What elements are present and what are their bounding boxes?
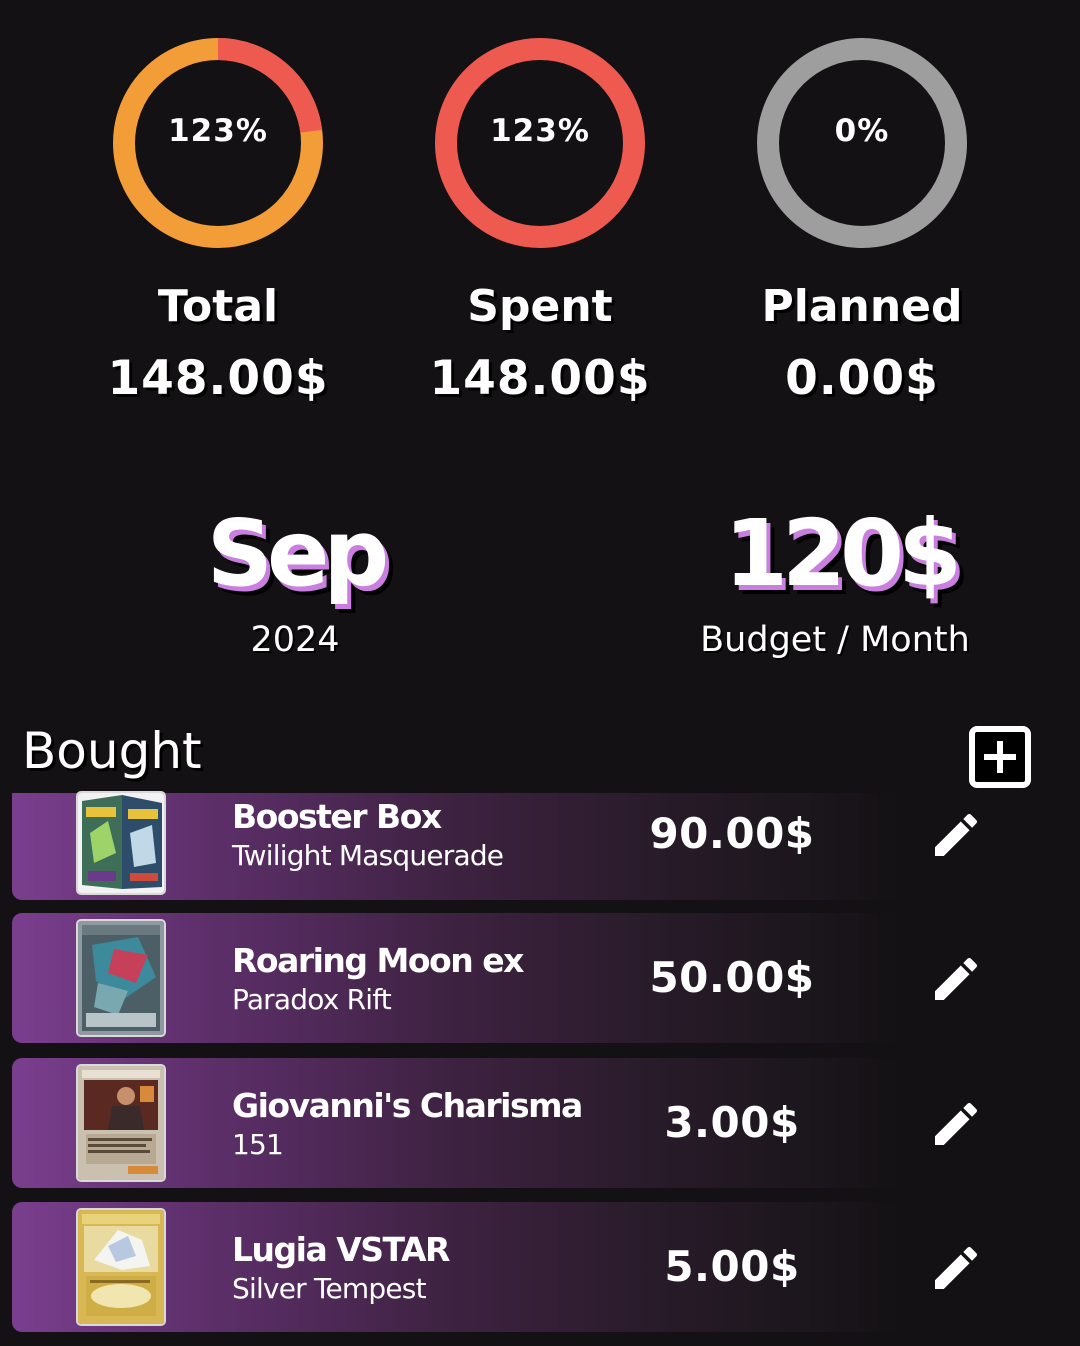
item-price: 5.00$ xyxy=(664,1242,800,1291)
item-price: 90.00$ xyxy=(649,809,815,858)
edit-item-button[interactable] xyxy=(928,807,984,863)
budget-amount[interactable]: 120$ xyxy=(680,500,1000,607)
spent-value: 148.00$ xyxy=(429,351,651,406)
lugia-card-thumbnail xyxy=(78,1210,164,1324)
item-price: 3.00$ xyxy=(664,1098,800,1147)
item-name: Roaring Moon ex xyxy=(232,941,524,980)
item-set: Paradox Rift xyxy=(232,983,392,1016)
spent-label: Spent xyxy=(467,281,613,332)
item-name: Booster Box xyxy=(232,797,442,836)
pencil-icon xyxy=(935,813,978,856)
list-item[interactable]: Roaring Moon ex Paradox Rift 50.00$ xyxy=(12,913,978,1043)
bought-section-title: Bought xyxy=(22,722,202,780)
plus-square-icon xyxy=(969,726,1031,788)
total-label: Total xyxy=(157,281,279,332)
planned-value: 0.00$ xyxy=(785,351,939,406)
planned-stat: 0% Planned 0.00$ xyxy=(747,28,977,406)
item-set: Silver Tempest xyxy=(232,1272,427,1305)
month-label[interactable]: Sep xyxy=(150,500,440,607)
list-item[interactable]: Booster Box Twilight Masquerade 90.00$ xyxy=(12,793,978,900)
spent-percent: 123% xyxy=(490,113,590,149)
list-item[interactable]: Lugia VSTAR Silver Tempest 5.00$ xyxy=(12,1202,978,1332)
total-percent: 123% xyxy=(168,113,268,149)
item-set: 151 xyxy=(232,1128,284,1161)
total-stat: 123% Total 148.00$ xyxy=(103,28,333,406)
edit-item-button[interactable] xyxy=(928,951,984,1007)
pencil-icon xyxy=(935,1246,978,1289)
spent-stat: 123% Spent 148.00$ xyxy=(425,28,655,406)
giovanni-card-thumbnail xyxy=(78,1066,164,1180)
item-name: Lugia VSTAR xyxy=(232,1230,450,1269)
edit-item-button[interactable] xyxy=(928,1096,984,1152)
edit-item-button[interactable] xyxy=(928,1240,984,1296)
year-label: 2024 xyxy=(250,620,340,660)
add-item-button[interactable] xyxy=(966,723,1034,791)
booster-box-thumbnail xyxy=(78,793,164,893)
list-item[interactable]: Giovanni's Charisma 151 3.00$ xyxy=(12,1058,978,1188)
budget-screen: 123% Total 148.00$ 123% Spent 148.00$ 0%… xyxy=(0,0,1080,1346)
budget-label: Budget / Month xyxy=(700,620,970,660)
pencil-icon xyxy=(935,957,978,1000)
item-name: Giovanni's Charisma xyxy=(232,1086,583,1125)
item-price: 50.00$ xyxy=(649,953,815,1002)
planned-label: Planned xyxy=(761,281,963,332)
total-value: 148.00$ xyxy=(107,351,329,406)
roaring-moon-card-thumbnail xyxy=(78,921,164,1035)
planned-percent: 0% xyxy=(834,113,890,149)
pencil-icon xyxy=(935,1102,978,1145)
item-set: Twilight Masquerade xyxy=(232,839,504,872)
